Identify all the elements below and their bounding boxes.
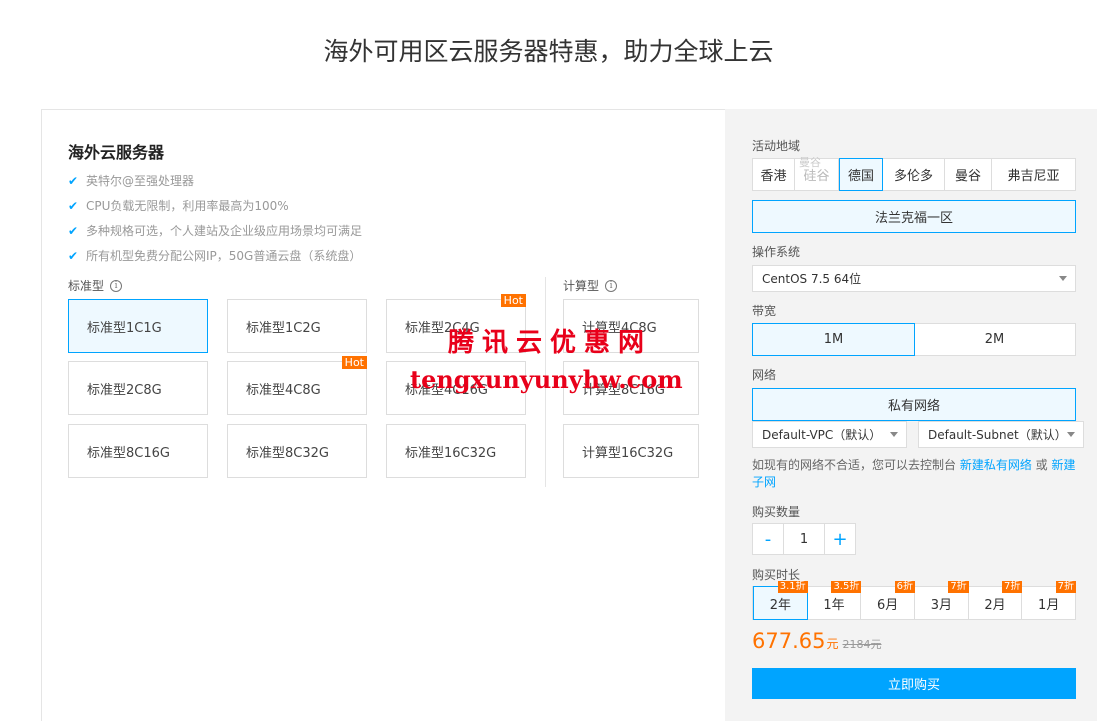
spec-card-1c1g[interactable]: 标准型1C1G — [68, 299, 208, 353]
region-tabs: 香港 曼谷 硅谷 德国 多伦多 曼谷 弗吉尼亚 — [752, 156, 1076, 191]
feature-item: ✔ CPU负载无限制，利用率最高为100% — [68, 198, 289, 214]
region-tab-siliconvalley[interactable]: 曼谷 硅谷 — [795, 156, 839, 190]
region-tab-toronto[interactable]: 多伦多 — [883, 159, 945, 190]
product-panel: 海外云服务器 ✔ 英特尔@至强处理器 ✔ CPU负载无限制，利用率最高为100%… — [41, 109, 725, 721]
region-tab-hongkong[interactable]: 香港 — [753, 159, 795, 190]
discount-badge: 7折 — [948, 581, 969, 593]
info-icon[interactable]: i — [605, 279, 618, 292]
subnet-select[interactable]: Default-Subnet（默认） — [918, 421, 1084, 448]
spec-card-8c16g[interactable]: 标准型8C16G — [68, 424, 208, 478]
spec-card-1c2g[interactable]: 标准型1C2G — [227, 299, 367, 353]
spec-card-compute-16c32g[interactable]: 计算型16C32G — [563, 424, 699, 478]
buy-now-button[interactable]: 立即购买 — [752, 668, 1076, 699]
quantity-stepper: - 1 + — [752, 523, 856, 555]
chevron-down-icon — [890, 432, 898, 437]
os-label: 操作系统 — [752, 245, 801, 259]
duration-3m[interactable]: 3月 7折 — [915, 581, 969, 619]
vpc-select[interactable]: Default-VPC（默认） — [752, 421, 907, 448]
os-select[interactable]: CentOS 7.5 64位 — [752, 265, 1076, 292]
bandwidth-option-1m[interactable]: 1M — [752, 323, 915, 356]
watermark-url: tengxunyunyhw.com — [410, 365, 683, 394]
spec-card-2c8g[interactable]: 标准型2C8G — [68, 361, 208, 415]
price-row: 677.65 元 2184元 — [752, 629, 882, 653]
discount-badge: 3.1折 — [777, 581, 808, 593]
info-icon[interactable]: i — [110, 279, 123, 292]
quantity-label: 购买数量 — [752, 505, 801, 519]
original-price: 2184元 — [842, 638, 882, 651]
zone-button[interactable]: 法兰克福一区 — [752, 200, 1076, 233]
price-unit: 元 — [826, 637, 839, 651]
region-tab-bangkok[interactable]: 曼谷 — [945, 159, 992, 190]
compute-group-label: 计算型 i — [563, 277, 618, 294]
check-icon: ✔ — [68, 198, 79, 213]
check-icon: ✔ — [68, 248, 79, 263]
network-label: 网络 — [752, 368, 777, 382]
duration-1m[interactable]: 1月 7折 — [1022, 581, 1077, 619]
hot-badge: Hot — [341, 356, 367, 369]
watermark-text: 腾讯云优惠网 — [448, 328, 653, 358]
new-vpc-link[interactable]: 新建私有网络 — [960, 458, 1032, 472]
duration-1y[interactable]: 1年 3.5折 — [808, 581, 862, 619]
standard-group-label: 标准型 i — [68, 277, 123, 294]
chevron-down-icon — [1059, 276, 1067, 281]
spec-card-4c8g[interactable]: 标准型4C8G Hot — [227, 356, 367, 415]
quantity-plus-button[interactable]: + — [825, 524, 855, 554]
check-icon: ✔ — [68, 223, 79, 238]
discount-badge: 6折 — [894, 581, 916, 593]
region-label: 活动地域 — [752, 139, 801, 153]
hot-badge: Hot — [500, 294, 526, 307]
network-type-button[interactable]: 私有网络 — [752, 388, 1076, 421]
duration-2y[interactable]: 2年 3.1折 — [753, 581, 808, 620]
duration-2m[interactable]: 2月 7折 — [969, 581, 1023, 619]
bandwidth-toggle: 1M 2M — [752, 323, 1076, 356]
network-hint: 如现有的网络不合适，您可以去控制台 新建私有网络 或 新建子网 — [752, 458, 1076, 489]
discount-badge: 3.5折 — [831, 581, 862, 593]
spec-card-16c32g[interactable]: 标准型16C32G — [386, 424, 526, 478]
feature-item: ✔ 英特尔@至强处理器 — [68, 173, 195, 189]
quantity-minus-button[interactable]: - — [753, 524, 783, 554]
region-tab-virginia[interactable]: 弗吉尼亚 — [992, 159, 1075, 190]
duration-6m[interactable]: 6月 6折 — [861, 581, 916, 619]
bandwidth-label: 带宽 — [752, 304, 777, 318]
page-title: 海外可用区云服务器特惠，助力全球上云 — [323, 37, 774, 66]
discount-badge: 7折 — [1055, 581, 1077, 593]
region-tab-germany[interactable]: 德国 — [839, 158, 883, 191]
price: 677.65 — [752, 629, 826, 653]
quantity-value[interactable]: 1 — [783, 524, 825, 554]
duration-tabs: 2年 3.1折 1年 3.5折 6月 6折 3月 7折 2月 7折 1月 7折 — [752, 581, 1077, 620]
order-panel: 活动地域 香港 曼谷 硅谷 德国 多伦多 曼谷 弗吉尼亚 法兰克福一区 操作系统 … — [725, 109, 1097, 721]
check-icon: ✔ — [68, 173, 79, 188]
bandwidth-option-2m[interactable]: 2M — [914, 324, 1075, 355]
discount-badge: 7折 — [1001, 581, 1023, 593]
chevron-down-icon — [1067, 432, 1075, 437]
product-title: 海外云服务器 — [68, 143, 165, 162]
feature-item: ✔ 所有机型免费分配公网IP，50G普通云盘（系统盘） — [68, 248, 362, 264]
spec-card-8c32g[interactable]: 标准型8C32G — [227, 424, 367, 478]
feature-item: ✔ 多种规格可选，个人建站及企业级应用场景均可满足 — [68, 223, 363, 239]
